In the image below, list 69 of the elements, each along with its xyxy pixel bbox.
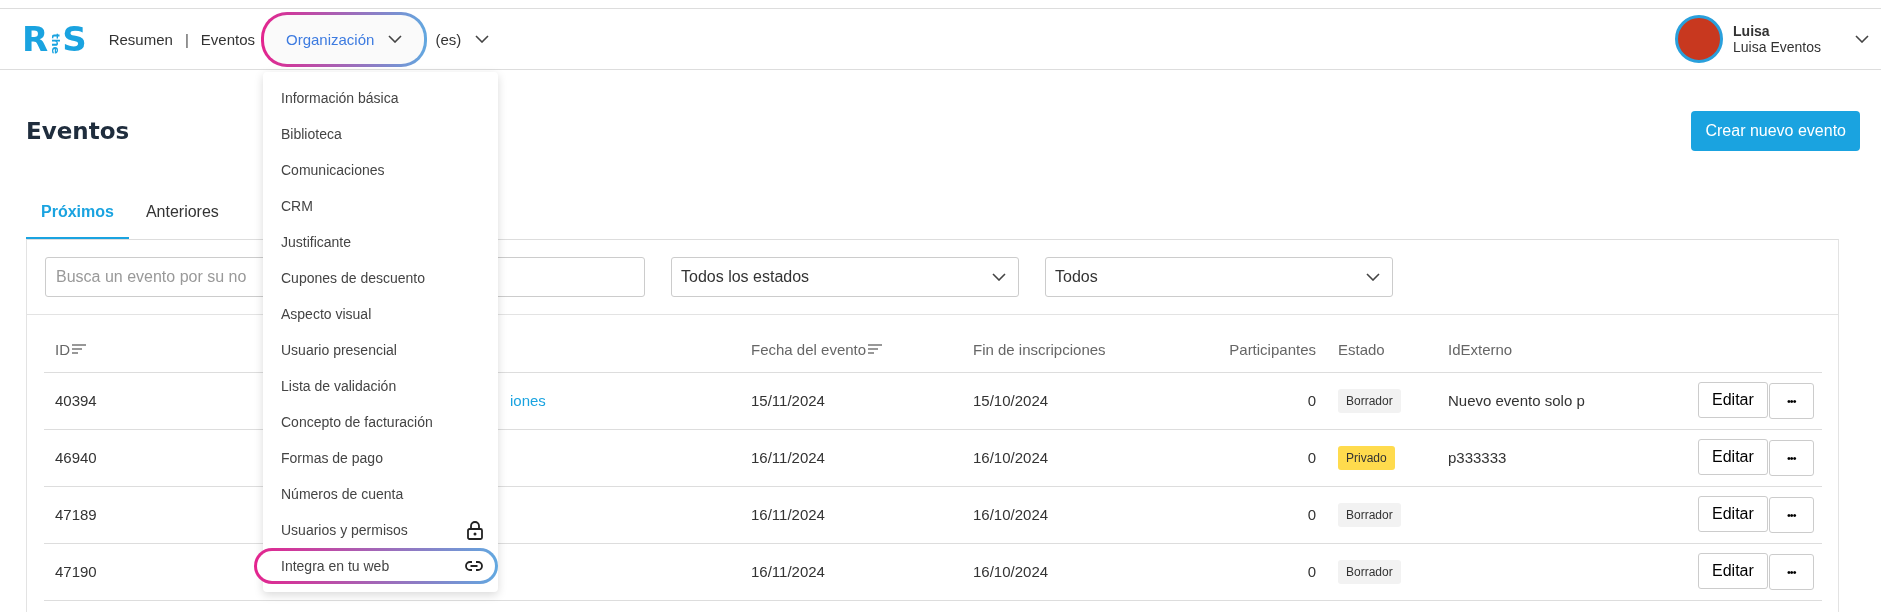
menu-item[interactable]: Justificante xyxy=(260,224,498,260)
menu-item[interactable]: CRM xyxy=(260,188,498,224)
more-button[interactable]: ••• xyxy=(1768,440,1814,476)
table-cell: 16/10/2024 xyxy=(973,506,1049,523)
table-cell: 16/10/2024 xyxy=(973,563,1049,580)
user-organization: Luisa Eventos xyxy=(1733,39,1821,55)
column-header[interactable]: Fecha del evento xyxy=(751,340,883,358)
more-button[interactable]: ••• xyxy=(1768,383,1814,419)
avatar-photo[interactable] xyxy=(1675,15,1724,63)
chevron-down-icon xyxy=(1366,273,1380,281)
table-cell: 0 xyxy=(1307,506,1316,523)
nav-separator: | xyxy=(184,30,189,48)
nav-link[interactable]: Resumen xyxy=(108,30,173,48)
table-cell: 16/11/2024 xyxy=(751,449,825,466)
user-name: Luisa xyxy=(1733,23,1771,39)
nav-dropdown[interactable]: (es) xyxy=(435,30,490,48)
column-header: Estado xyxy=(1338,340,1385,358)
edit-button[interactable]: Editar xyxy=(1698,382,1768,418)
table-cell: 0 xyxy=(1307,392,1316,409)
menu-item[interactable]: Lista de validación xyxy=(260,368,498,404)
chevron-down-icon xyxy=(388,35,403,43)
edit-button[interactable]: Editar xyxy=(1698,496,1768,532)
status-badge: Privado xyxy=(1338,445,1395,470)
status-select[interactable]: Todos los estados xyxy=(671,257,1019,297)
menu-item[interactable]: Usuario presencial xyxy=(260,332,498,368)
edit-button[interactable]: Editar xyxy=(1698,439,1768,475)
nav-link[interactable]: Eventos xyxy=(200,30,255,48)
more-button[interactable]: ••• xyxy=(1768,554,1814,590)
chevron-down-icon xyxy=(475,35,490,43)
table-cell: Nuevo evento solo p xyxy=(1448,392,1585,409)
menu-item[interactable]: Comunicaciones xyxy=(260,152,498,188)
menu-item[interactable]: Aspecto visual xyxy=(260,296,498,332)
tab[interactable]: Anteriores xyxy=(130,174,234,239)
table-cell: 15/11/2024 xyxy=(751,392,825,409)
sort-icon[interactable] xyxy=(868,344,883,355)
menu-item[interactable]: Cupones de descuento xyxy=(260,260,498,296)
table-cell: 46940 xyxy=(55,449,97,466)
menu-item[interactable]: Información básica xyxy=(260,80,498,116)
menu-item[interactable]: Formas de pago xyxy=(260,440,498,476)
table-cell: 47190 xyxy=(55,563,97,580)
lock-icon xyxy=(467,520,483,540)
status-badge: Borrador xyxy=(1338,388,1401,413)
chevron-down-icon xyxy=(992,273,1006,281)
column-header[interactable]: ID xyxy=(55,340,86,358)
column-header: IdExterno xyxy=(1448,340,1513,358)
more-button[interactable]: ••• xyxy=(1768,497,1814,533)
table-cell: 0 xyxy=(1307,563,1316,580)
table-cell: p333333 xyxy=(1448,449,1507,466)
column-header: Participantes xyxy=(1229,340,1316,358)
menu-item[interactable]: Números de cuenta xyxy=(260,476,498,512)
sort-icon[interactable] xyxy=(72,344,86,355)
link-icon xyxy=(465,561,483,571)
menu-item[interactable]: Biblioteca xyxy=(260,116,498,152)
menu-item[interactable]: Concepto de facturación xyxy=(260,404,498,440)
table-cell: 16/11/2024 xyxy=(751,563,825,580)
menu-item[interactable]: Usuarios y permisos xyxy=(260,512,498,548)
user-menu-chevron-icon xyxy=(1855,35,1869,43)
table-cell: 15/10/2024 xyxy=(973,392,1049,409)
page-title: Eventos xyxy=(26,118,130,144)
edit-button[interactable]: Editar xyxy=(1698,553,1768,589)
table-cell: 16/11/2024 xyxy=(751,506,825,523)
table-cell: 16/10/2024 xyxy=(973,449,1049,466)
table-cell: 40394 xyxy=(55,392,97,409)
status-badge: Borrador xyxy=(1338,502,1401,527)
type-select[interactable]: Todos xyxy=(1045,257,1393,297)
table-cell: 47189 xyxy=(55,506,97,523)
column-header: Fin de inscripciones xyxy=(973,340,1106,358)
status-badge: Borrador xyxy=(1338,559,1401,584)
table-cell: 0 xyxy=(1307,449,1316,466)
